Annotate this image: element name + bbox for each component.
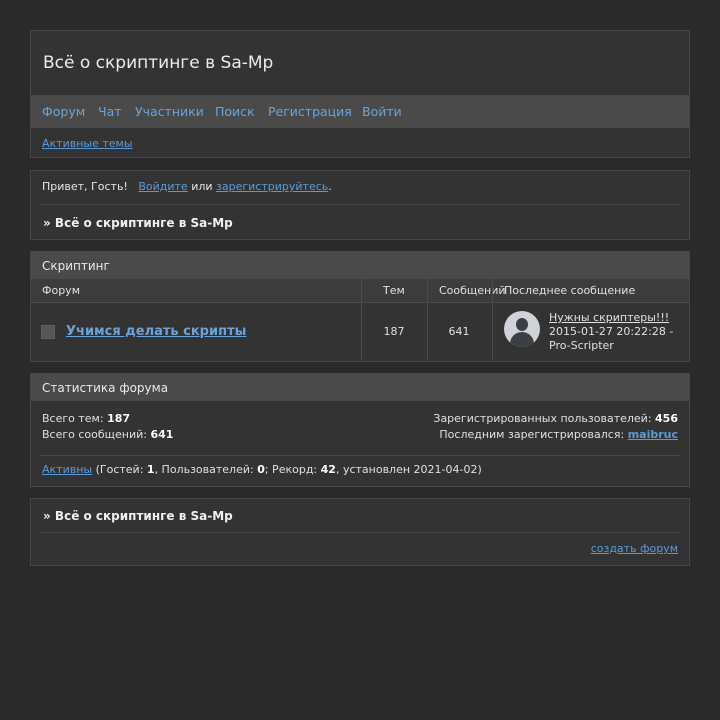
total-posts-label: Всего сообщений: [42, 428, 147, 441]
divider [40, 532, 680, 533]
active-users-link[interactable]: Активны [42, 463, 92, 476]
registered-value: 456 [655, 412, 678, 425]
total-topics-label: Всего тем: [42, 412, 104, 425]
nav-members[interactable]: Участники [135, 104, 204, 119]
guests-label: (Гостей: [95, 463, 144, 476]
total-posts-value: 641 [150, 428, 174, 441]
record-date: , установлен 2021-04-02) [335, 463, 482, 476]
breadcrumb: » Всё о скриптинге в Sa-Mp [43, 216, 233, 230]
last-post-author: Pro-Scripter [549, 339, 614, 352]
category-title: Скриптинг [42, 259, 110, 273]
divider [40, 204, 680, 205]
nav-login[interactable]: Войти [362, 104, 402, 119]
record-label: ; Рекорд: [264, 463, 318, 476]
col-last: Последнее сообщение [504, 284, 636, 297]
table-header: Форум Тем Сообщений Последнее сообщение [31, 279, 689, 303]
forum-posts-count: 641 [448, 325, 470, 338]
welcome-line: Привет, Гость! Войдите или зарегистрируй… [42, 180, 332, 193]
record-value: 42 [320, 463, 336, 476]
header: Всё о скриптинге в Sa-Mp Форум Чат Участ… [30, 30, 690, 158]
divider [40, 455, 680, 456]
welcome-box: Привет, Гость! Войдите или зарегистрируй… [30, 170, 690, 240]
column-divider [492, 279, 493, 361]
users-value: 0 [257, 463, 265, 476]
nav-forum[interactable]: Форум [42, 104, 85, 119]
online-line: Активны (Гостей: 1, Пользователей: 0; Ре… [42, 463, 482, 476]
active-topics-link[interactable]: Активные темы [42, 137, 133, 150]
footer-breadcrumb: » Всё о скриптинге в Sa-Mp [43, 509, 233, 523]
col-forum: Форум [42, 284, 80, 297]
site-title: Всё о скриптинге в Sa-Mp [43, 53, 274, 73]
last-registered-label: Последним зарегистрировался: [439, 428, 625, 441]
last-registered-user-link[interactable]: maibruc [628, 428, 678, 441]
registered-users: Зарегистрированных пользователей: 456 [433, 412, 678, 425]
user-avatar-icon[interactable] [504, 311, 540, 347]
nav-chat[interactable]: Чат [98, 104, 122, 119]
create-forum-link[interactable]: создать форум [591, 542, 678, 555]
footer-box: » Всё о скриптинге в Sa-Mp создать форум [30, 498, 690, 566]
greeting-text: Привет, Гость! [42, 180, 128, 193]
col-posts: Сообщений [439, 284, 506, 297]
last-post-date: 2015-01-27 20:22:28 - [549, 325, 674, 338]
stats-header: Статистика форума [31, 374, 689, 401]
col-topics: Тем [383, 284, 405, 297]
main-nav: Форум Чат Участники Поиск Регистрация Во… [31, 95, 689, 128]
column-divider [427, 279, 428, 361]
users-label: , Пользователей: [154, 463, 254, 476]
column-divider [361, 279, 362, 361]
stats-box: Статистика форума Всего тем: 187 Всего с… [30, 373, 690, 487]
period-text: . [328, 180, 332, 193]
stats-title: Статистика форума [42, 381, 169, 395]
forum-topics-count: 187 [383, 325, 405, 338]
guests-value: 1 [146, 463, 155, 476]
or-text: или [191, 180, 213, 193]
forum-status-icon [41, 325, 55, 339]
total-topics: Всего тем: 187 [42, 412, 130, 425]
forum-link[interactable]: Учимся делать скрипты [66, 324, 246, 339]
login-link[interactable]: Войдите [138, 180, 187, 193]
nav-search[interactable]: Поиск [215, 104, 255, 119]
category-box: Скриптинг Форум Тем Сообщений Последнее … [30, 251, 690, 362]
category-header: Скриптинг [31, 252, 689, 279]
last-registered: Последним зарегистрировался: maibruc [439, 428, 678, 441]
register-link[interactable]: зарегистрируйтесь [216, 180, 328, 193]
total-topics-value: 187 [107, 412, 131, 425]
registered-label: Зарегистрированных пользователей: [433, 412, 652, 425]
total-posts: Всего сообщений: 641 [42, 428, 173, 441]
last-post-link[interactable]: Нужны скриптеры!!! [549, 311, 669, 324]
nav-register[interactable]: Регистрация [268, 104, 352, 119]
